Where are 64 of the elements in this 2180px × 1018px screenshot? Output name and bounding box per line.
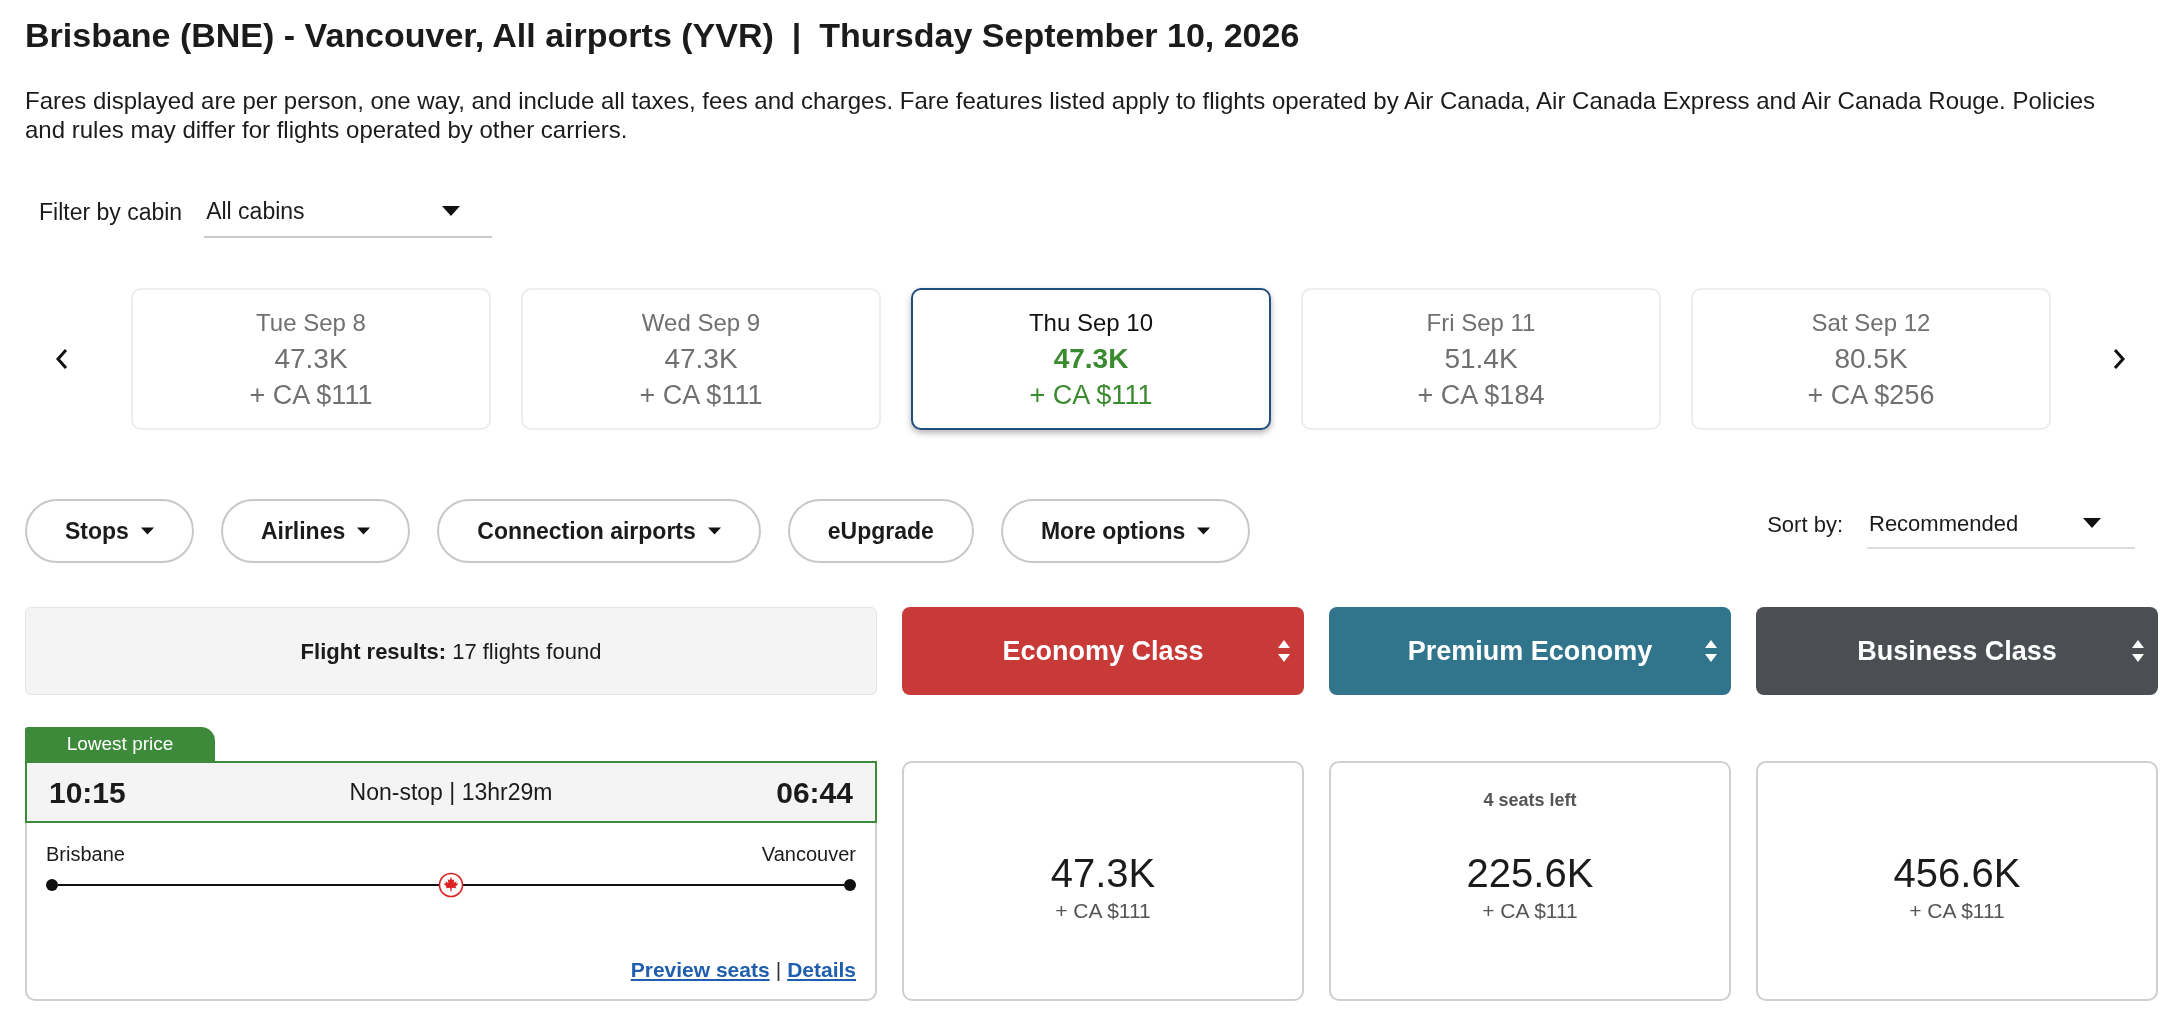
travel-date-title: Thursday September 10, 2026 bbox=[819, 15, 1300, 56]
filter-button[interactable]: Connection airports bbox=[437, 499, 761, 563]
points-price: 80.5K bbox=[1834, 342, 1908, 376]
date-card[interactable]: Tue Sep 8 47.3K + CA $111 bbox=[131, 288, 491, 430]
cabin-select[interactable]: All cabins bbox=[204, 186, 493, 238]
filter-button[interactable]: More options bbox=[1000, 499, 1251, 563]
filter-label: Filter by cabin bbox=[39, 197, 183, 227]
leaf-icon bbox=[438, 872, 464, 898]
date-label: Fri Sep 11 bbox=[1426, 308, 1536, 338]
cash-price: + CA $184 bbox=[1417, 379, 1545, 412]
date-label: Thu Sep 10 bbox=[1028, 308, 1154, 338]
fare-cash: + CA $111 bbox=[1909, 898, 2005, 924]
cabin-header-button[interactable]: Premium Economy bbox=[1329, 607, 1731, 695]
caret-down-icon bbox=[442, 206, 461, 216]
date-label: Tue Sep 8 bbox=[256, 308, 366, 338]
chevron-left-icon[interactable] bbox=[55, 348, 69, 370]
cabin-header-button[interactable]: Business Class bbox=[1756, 607, 2158, 695]
caret-down-icon bbox=[2083, 518, 2101, 528]
fare-notice-text: Fares displayed are per person, one way, and include all taxes, fees and charges. Fare features listed apply to flights operated by Air Canada, Air Canada Express and Air Canada Rouge. Policies and rules may differ for flights operated by other carriers. bbox=[25, 86, 2097, 144]
fare-cash: + CA $111 bbox=[1055, 898, 1151, 924]
destination-city: Vancouver bbox=[761, 842, 856, 867]
fare-points: 225.6K bbox=[1466, 850, 1594, 897]
cabin-header-button[interactable]: Economy Class bbox=[902, 607, 1304, 695]
date-card[interactable]: Fri Sep 11 51.4K + CA $184 bbox=[1301, 288, 1661, 430]
title-divider: | bbox=[791, 15, 802, 56]
sort-select[interactable]: Recommended bbox=[1867, 499, 2135, 549]
cash-price: + CA $111 bbox=[1029, 379, 1153, 412]
date-card[interactable]: Sat Sep 12 80.5K + CA $256 bbox=[1691, 288, 2051, 430]
sort-label: Sort by: bbox=[1767, 510, 1843, 539]
results-count-text: Flight results: 17 flights found bbox=[300, 637, 602, 666]
fare-card[interactable]: 47.3K + CA $111 bbox=[902, 761, 1304, 1001]
flight-link[interactable]: Details bbox=[787, 953, 856, 985]
date-card[interactable]: Wed Sep 9 47.3K + CA $111 bbox=[521, 288, 881, 430]
fare-points: 47.3K bbox=[1050, 850, 1156, 897]
departure-time: 10:15 bbox=[49, 774, 126, 811]
cash-price: + CA $111 bbox=[249, 379, 373, 412]
seats-left-text: 4 seats left bbox=[1483, 789, 1577, 812]
flight-summary-text: Non-stop | 13hr29m bbox=[349, 777, 553, 807]
date-label: Wed Sep 9 bbox=[641, 308, 761, 338]
points-price: 47.3K bbox=[274, 342, 348, 376]
sort-arrows-icon bbox=[2132, 640, 2144, 662]
sort-arrows-icon bbox=[1278, 640, 1290, 662]
sort-arrows-icon bbox=[1705, 640, 1717, 662]
cash-price: + CA $111 bbox=[639, 379, 763, 412]
points-price: 51.4K bbox=[1444, 342, 1518, 376]
route-title: Brisbane (BNE) - Vancouver, All airports (YVR) bbox=[25, 15, 774, 56]
fare-cash: + CA $111 bbox=[1482, 898, 1578, 924]
lowest-price-badge: Lowest price bbox=[25, 727, 215, 761]
link-separator: | bbox=[775, 956, 782, 983]
origin-city: Brisbane bbox=[46, 842, 125, 867]
fare-card[interactable]: 456.6K + CA $111 bbox=[1756, 761, 2158, 1001]
fare-points: 456.6K bbox=[1893, 850, 2021, 897]
filter-button[interactable]: eUpgrade bbox=[787, 499, 974, 563]
filter-button[interactable]: Stops bbox=[25, 499, 194, 563]
date-card[interactable]: Thu Sep 10 47.3K + CA $111 bbox=[911, 288, 1271, 430]
arrival-time: 06:44 bbox=[776, 774, 853, 811]
date-label: Sat Sep 12 bbox=[1811, 308, 1931, 338]
chevron-right-icon[interactable] bbox=[2112, 348, 2126, 370]
flight-link[interactable]: Preview seats bbox=[630, 953, 770, 985]
cash-price: + CA $256 bbox=[1807, 379, 1935, 412]
points-price: 47.3K bbox=[664, 342, 738, 376]
fare-card[interactable]: 4 seats left 225.6K + CA $111 bbox=[1329, 761, 1731, 1001]
filter-button[interactable]: Airlines bbox=[220, 499, 411, 563]
points-price: 47.3K bbox=[1053, 342, 1129, 376]
